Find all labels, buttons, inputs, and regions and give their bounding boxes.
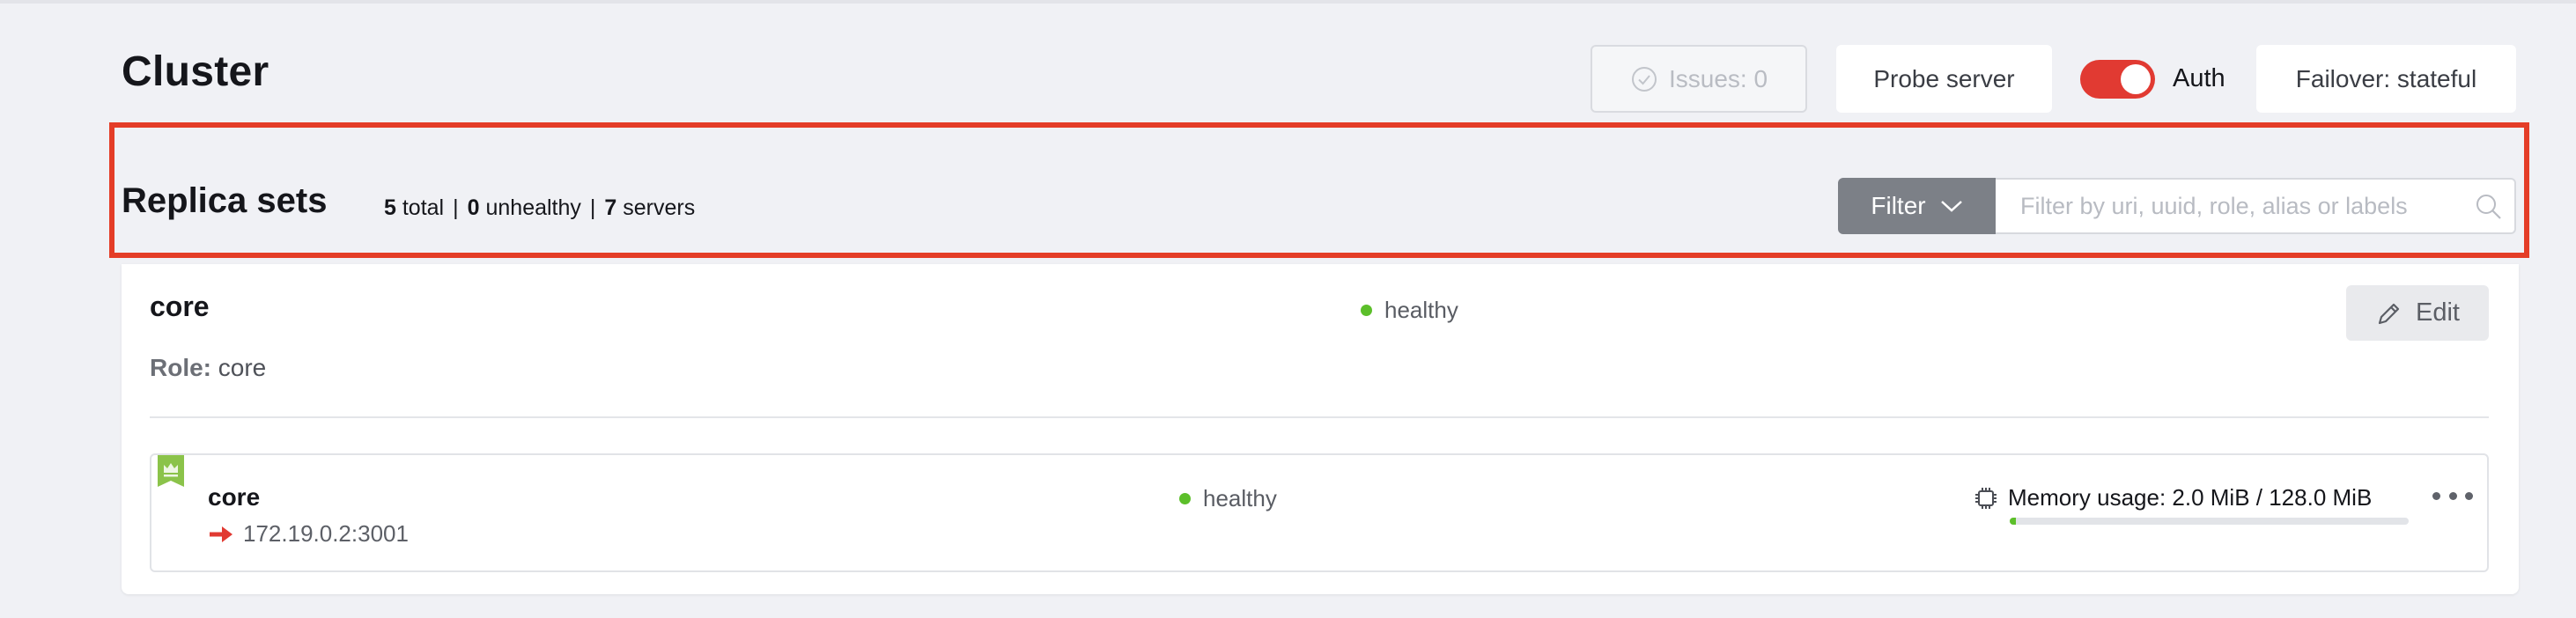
memory-progress-fill	[2010, 518, 2017, 525]
unhealthy-label: unhealthy	[485, 195, 581, 220]
toggle-knob	[2121, 63, 2151, 94]
filter-button-label: Filter	[1871, 192, 1926, 219]
total-count: 5	[384, 195, 396, 220]
edit-button[interactable]: Edit	[2346, 285, 2489, 341]
replica-sets-title: Replica sets	[122, 181, 328, 220]
search-icon[interactable]	[2474, 192, 2504, 222]
page-title: Cluster	[122, 48, 269, 95]
memory-usage: Memory usage: 2.0 MiB / 128.0 MiB	[1973, 484, 2372, 511]
servers-label: servers	[623, 195, 696, 220]
edit-label: Edit	[2416, 298, 2460, 327]
chevron-down-icon	[1940, 201, 1962, 212]
healthy-dot-icon	[1361, 305, 1372, 316]
server-name: core	[208, 483, 261, 511]
auth-toggle[interactable]	[2080, 59, 2155, 99]
filter-search-input[interactable]	[1996, 178, 2516, 234]
replica-sets-stats: 5 total | 0 unhealthy | 7 servers	[384, 195, 695, 221]
role-label: Role:	[150, 354, 211, 381]
server-status: healthy	[1179, 485, 1277, 512]
crown-icon	[158, 455, 184, 487]
replica-set-card: core healthy Edit Role: core core 172.19…	[122, 264, 2519, 594]
filter-dropdown-button[interactable]: Filter	[1838, 178, 1996, 234]
issues-button[interactable]: Issues: 0	[1591, 45, 1807, 113]
auth-label: Auth	[2173, 64, 2225, 92]
window-top-border	[0, 0, 2576, 4]
card-divider	[150, 416, 2489, 418]
arrow-right-icon	[210, 526, 233, 542]
memory-usage-text: Memory usage: 2.0 MiB / 128.0 MiB	[2008, 484, 2373, 511]
role-line: Role: core	[150, 354, 266, 382]
role-value: core	[218, 354, 267, 381]
filter-bar: Filter	[1838, 178, 2516, 234]
auth-toggle-group[interactable]: Auth	[2080, 45, 2225, 113]
servers-count: 7	[604, 195, 617, 220]
memory-progress-bar	[2010, 518, 2409, 525]
replica-set-name: core	[150, 291, 210, 322]
server-status-label: healthy	[1203, 485, 1277, 511]
server-row[interactable]: core 172.19.0.2:3001 healthy Memory usag…	[150, 453, 2489, 572]
issues-label: Issues: 0	[1668, 64, 1768, 92]
unhealthy-count: 0	[467, 195, 480, 220]
stats-separator: |	[453, 195, 459, 220]
replica-set-status: healthy	[1361, 297, 1458, 324]
check-circle-icon	[1631, 66, 1657, 92]
total-label: total	[402, 195, 445, 220]
pencil-icon	[2378, 303, 2400, 324]
chip-icon	[1975, 487, 1997, 509]
stats-separator: |	[589, 195, 596, 220]
failover-button[interactable]: Failover: stateful	[2256, 45, 2516, 113]
more-horizontal-icon[interactable]	[2432, 485, 2473, 506]
replica-set-status-label: healthy	[1384, 297, 1458, 323]
server-uri-text: 172.19.0.2:3001	[243, 520, 409, 547]
healthy-dot-icon	[1179, 493, 1191, 504]
server-uri: 172.19.0.2:3001	[208, 520, 409, 548]
probe-server-button[interactable]: Probe server	[1836, 45, 2052, 113]
